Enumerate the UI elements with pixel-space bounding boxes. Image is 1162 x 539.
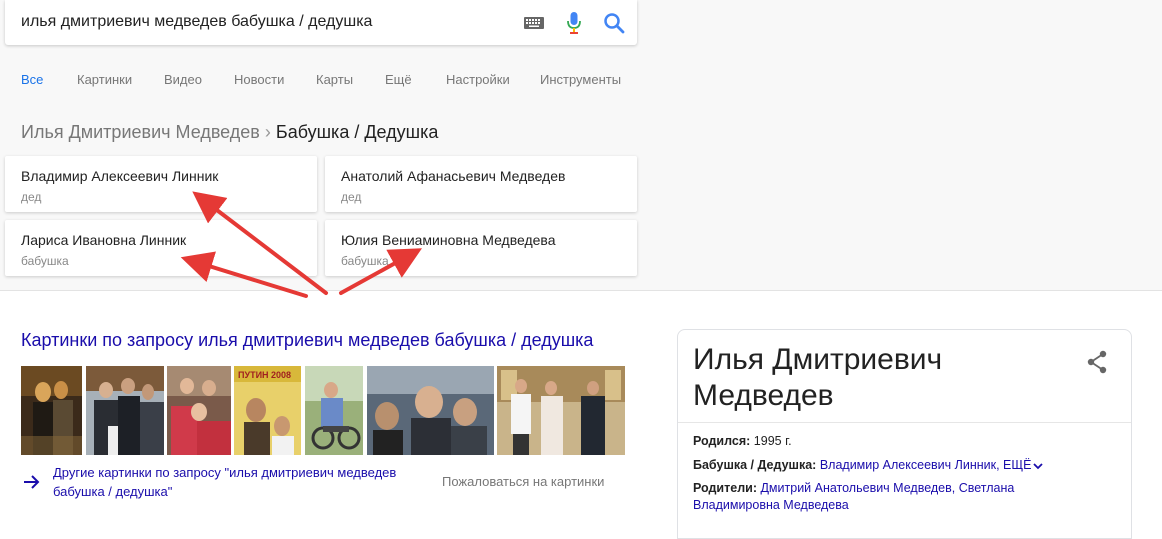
search-box[interactable]: илья дмитриевич медведев бабушка / дедуш… [5,0,637,45]
relative-card[interactable]: Юлия Вениаминовна Медведева бабушка [325,220,637,276]
relative-relation: дед [341,190,362,204]
image-thumbnail[interactable] [167,366,231,455]
tab-settings[interactable]: Настройки [446,72,510,87]
image-thumbnail[interactable] [86,366,164,455]
breadcrumb-separator: › [264,122,271,142]
microphone-icon[interactable] [566,11,582,35]
relative-relation: дед [21,190,42,204]
title-line: Медведев [693,379,834,412]
share-icon[interactable] [1086,350,1108,374]
tab-all[interactable]: Все [21,72,43,87]
title-line: Илья Дмитриевич [693,343,943,376]
keyboard-icon[interactable] [524,17,544,29]
more-images-link[interactable]: Другие картинки по запросу "илья дмитрие… [53,463,413,501]
tab-tools[interactable]: Инструменты [540,72,621,87]
fact-label: Родился: [693,434,751,448]
fact-value: 1995 г. [753,434,792,448]
relative-relation: бабушка [21,254,69,268]
relative-name: Владимир Алексеевич Линник [21,168,219,184]
relative-card[interactable]: Анатолий Афанасьевич Медведев дед [325,156,637,212]
chevron-down-icon [1033,463,1044,469]
image-thumbnail[interactable] [305,366,363,455]
breadcrumb: Илья Дмитриевич Медведев › Бабушка / Дедуш… [21,122,438,143]
image-thumbnail[interactable] [21,366,82,455]
tab-video[interactable]: Видео [164,72,202,87]
tab-more[interactable]: Ещё [385,72,412,87]
tab-maps[interactable]: Карты [316,72,353,87]
knowledge-panel: Илья Дмитриевич Медведев Родился: 1995 г… [677,329,1132,539]
knowledge-panel-title: Илья Дмитриевич Медведев [693,342,1023,414]
more-images-link-line: Другие картинки по запросу "илья дмитрие… [53,465,397,480]
breadcrumb-parent[interactable]: Илья Дмитриевич Медведев [21,122,260,142]
relative-name: Лариса Ивановна Линник [21,232,187,248]
relative-card[interactable]: Лариса Ивановна Линник бабушка [5,220,317,276]
more-grandparents-button[interactable]: ЕЩЁ [1003,458,1044,472]
image-thumbnail[interactable]: ПУТИН 2008 [234,366,301,455]
parents-link[interactable]: Владимировна Медведева [693,498,849,512]
fact-grandparents: Бабушка / Дедушка: Владимир Алексеевич Л… [693,457,1113,474]
grandparent-link[interactable]: Владимир Алексеевич Линник, [820,458,1000,472]
top-area: илья дмитриевич медведев бабушка / дедуш… [0,0,1162,291]
tab-news[interactable]: Новости [234,72,284,87]
parents-link[interactable]: Дмитрий Анатольевич Медведев, Светлана [760,481,1014,495]
more-label: ЕЩЁ [1003,458,1032,472]
fact-label: Родители: [693,481,757,495]
divider [678,422,1131,423]
thumbnail-book-title: ПУТИН 2008 [238,370,291,380]
relative-relation: бабушка [341,254,389,268]
relative-name: Юлия Вениаминовна Медведева [341,232,556,248]
relative-card[interactable]: Владимир Алексеевич Линник дед [5,156,317,212]
fact-label: Бабушка / Дедушка: [693,458,817,472]
fact-born: Родился: 1995 г. [693,433,1113,450]
image-thumbnail[interactable] [367,366,494,455]
search-icon[interactable] [603,12,625,34]
image-thumbnail[interactable] [497,366,625,455]
breadcrumb-current: Бабушка / Дедушка [275,122,439,142]
search-input[interactable]: илья дмитриевич медведев бабушка / дедуш… [21,13,372,31]
arrow-right-icon[interactable] [22,472,42,492]
images-heading-link[interactable]: Картинки по запросу илья дмитриевич медв… [21,330,593,351]
tab-images[interactable]: Картинки [77,72,132,87]
relative-name: Анатолий Афанасьевич Медведев [341,168,566,184]
report-images-link[interactable]: Пожаловаться на картинки [442,474,604,489]
more-images-link-line: бабушка / дедушка" [53,484,173,499]
fact-parents: Родители: Дмитрий Анатольевич Медведев, … [693,480,1113,514]
